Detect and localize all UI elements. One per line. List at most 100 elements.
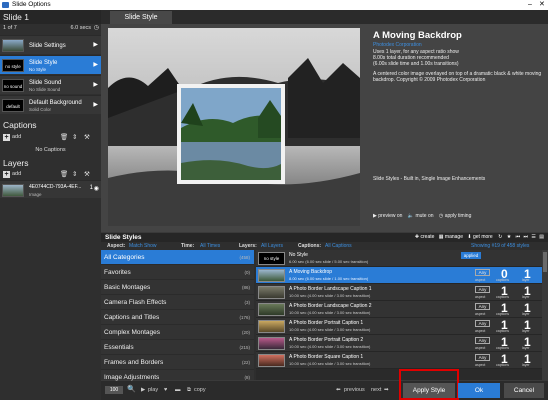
style-row[interactable]: A Photo Border Portrait Caption 2 10.00 …: [256, 335, 542, 352]
add-icon[interactable]: +: [3, 134, 10, 141]
list-view-icon[interactable]: ☰: [531, 234, 535, 240]
style-thumbnail: [258, 269, 285, 282]
copy-button[interactable]: copy: [194, 386, 206, 394]
sidebar-item-sub: Solid Color: [29, 107, 52, 112]
category-item[interactable]: Favorites (0): [101, 265, 254, 280]
category-item[interactable]: Frames and Borders (22): [101, 355, 254, 370]
play-button[interactable]: play: [148, 386, 158, 394]
ok-button[interactable]: Ok: [458, 383, 500, 398]
previous-icon[interactable]: ⬅: [336, 386, 341, 394]
search-icon[interactable]: 🔍: [127, 386, 136, 394]
heart-icon[interactable]: ♥: [164, 386, 167, 394]
category-count: (86): [241, 285, 250, 290]
captions-header: Captions: [0, 118, 101, 132]
layers-col-label: layer: [522, 363, 530, 367]
last-icon[interactable]: ⏭: [523, 234, 528, 240]
layer-item[interactable]: 4E0744CD-793A-4EF... Image 1 ◉: [0, 180, 101, 198]
tab-slide-style[interactable]: Slide Style: [110, 11, 172, 24]
move-icon[interactable]: ⇕: [72, 170, 77, 179]
category-item[interactable]: Basic Montages (86): [101, 280, 254, 295]
time-filter-label: Time:: [181, 243, 195, 249]
move-icon[interactable]: ⇕: [72, 133, 77, 142]
category-item[interactable]: Essentials (215): [101, 340, 254, 355]
captions-col-label: captions: [496, 363, 510, 367]
style-row[interactable]: A Moving Backdrop 8.00 sec (6.00 sec sli…: [256, 267, 542, 284]
sidebar-item-default-background[interactable]: default Default Background Solid Color ▶: [0, 95, 101, 114]
next-icon[interactable]: ➡: [384, 386, 389, 394]
layers-filter[interactable]: All Layers: [261, 242, 283, 250]
play-icon[interactable]: ▶: [141, 386, 145, 394]
style-row[interactable]: A Photo Border Square Caption 1 10.00 se…: [256, 352, 542, 369]
category-item[interactable]: Captions and Titles (176): [101, 310, 254, 325]
add-icon[interactable]: +: [3, 171, 10, 178]
create-button[interactable]: create: [421, 234, 435, 240]
aspect-badge: Any: [475, 354, 490, 361]
slide-styles-panel: Slide Styles ✚ create ▦ manage ⬇ get mor…: [101, 233, 548, 385]
eye-icon[interactable]: ◉: [94, 185, 99, 192]
preview-on-toggle[interactable]: preview on: [378, 213, 402, 219]
sidebar-item-slide-settings[interactable]: Slide Settings ▶: [0, 35, 101, 54]
trash-icon[interactable]: 🗑: [60, 133, 68, 142]
plus-icon[interactable]: ✚: [415, 234, 419, 240]
sidebar-item-slide-sound[interactable]: no sound Slide Sound No Slide Sound ▶: [0, 75, 101, 94]
style-list-scrollbar[interactable]: [542, 250, 548, 380]
style-thumbnail: [258, 286, 285, 299]
category-name: Frames and Borders: [104, 359, 164, 366]
add-layer-button[interactable]: add: [12, 170, 21, 179]
download-icon[interactable]: ⬇: [467, 234, 471, 240]
sidebar-item-sub: No Slide Sound: [29, 87, 61, 92]
copy-icon[interactable]: ⧉: [187, 386, 191, 394]
captions-col-label: captions: [496, 312, 510, 316]
style-detail: 8.00 sec (6.00 sec slide / 1.00 sec tran…: [289, 276, 369, 281]
trash-icon[interactable]: 🗑: [60, 170, 68, 179]
category-item[interactable]: Camera Flash Effects (3): [101, 295, 254, 310]
add-caption-button[interactable]: add: [12, 133, 21, 142]
applied-badge: applied: [461, 252, 481, 259]
captions-col-label: captions: [496, 329, 510, 333]
category-name: Favorites: [104, 269, 131, 276]
category-item[interactable]: All Categories (458): [101, 250, 254, 265]
minimize-icon[interactable]: –: [528, 0, 532, 10]
cancel-button[interactable]: Cancel: [504, 383, 544, 398]
category-item[interactable]: Complex Montages (20): [101, 325, 254, 340]
first-icon[interactable]: ⏮: [516, 234, 521, 240]
captions-filter[interactable]: All Captions: [325, 242, 352, 250]
chevron-right-icon: ▶: [93, 82, 98, 88]
tools-icon[interactable]: ⚒: [84, 170, 90, 179]
star-icon[interactable]: ★: [507, 234, 511, 240]
close-icon[interactable]: ✕: [539, 0, 545, 10]
refresh-icon[interactable]: ↻: [498, 234, 502, 240]
mute-on-toggle[interactable]: mute on: [415, 213, 433, 219]
title-bar: Slide Options – ✕: [0, 0, 548, 10]
style-row[interactable]: A Photo Border Landscape Caption 1 10.00…: [256, 284, 542, 301]
sidebar-item-sub: No Style: [29, 67, 47, 72]
clock-icon[interactable]: ◷: [439, 213, 443, 219]
style-company[interactable]: Photodex Corporation: [373, 42, 422, 48]
style-thumbnail: no style: [2, 59, 24, 72]
sidebar-item-label: Default Background: [29, 100, 82, 106]
time-filter[interactable]: All Times: [200, 242, 220, 250]
category-count: (215): [239, 345, 250, 350]
layers-col-label: layer: [522, 312, 530, 316]
screen-icon[interactable]: ▬: [175, 386, 181, 394]
previous-button[interactable]: previous: [344, 386, 365, 394]
tools-icon[interactable]: ⚒: [84, 133, 90, 142]
next-button[interactable]: next: [371, 386, 381, 394]
apply-timing-toggle[interactable]: apply timing: [445, 213, 472, 219]
manage-button[interactable]: manage: [445, 234, 463, 240]
speaker-icon[interactable]: 🔈: [408, 213, 414, 219]
clock-icon: ◷: [93, 25, 99, 31]
grid-icon[interactable]: ▦: [439, 234, 444, 240]
detail-view-icon[interactable]: ▤: [539, 234, 544, 240]
sidebar-item-slide-style[interactable]: no style Slide Style No Style ▶: [0, 55, 101, 74]
zoom-field[interactable]: 100: [105, 386, 123, 394]
get-more-button[interactable]: get more: [473, 234, 493, 240]
style-row[interactable]: A Photo Border Landscape Caption 2 10.00…: [256, 301, 542, 318]
play-icon[interactable]: ▶: [373, 213, 377, 219]
style-row[interactable]: A Photo Border Portrait Caption 1 10.00 …: [256, 318, 542, 335]
style-name: A Photo Border Landscape Caption 2: [289, 303, 372, 309]
aspect-filter[interactable]: Match Show: [129, 242, 157, 250]
style-row[interactable]: no style No Style 6.00 sec (6.00 sec sli…: [256, 250, 542, 267]
scrollbar-thumb[interactable]: [543, 252, 547, 272]
style-preview-area: A Moving Backdrop Photodex Corporation U…: [101, 24, 548, 232]
